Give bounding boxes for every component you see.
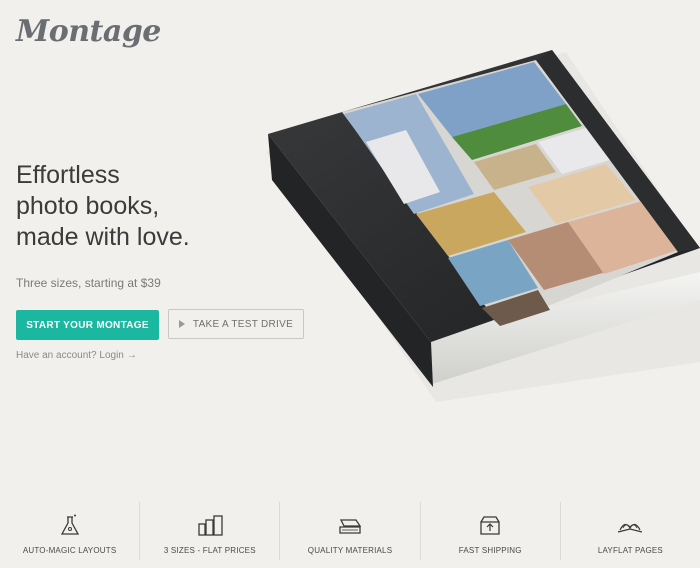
feature-3-sizes[interactable]: 3 SIZES - FLAT PRICES [140, 502, 281, 560]
open-book-icon [618, 523, 643, 533]
feature-label: AUTO-MAGIC LAYOUTS [22, 546, 117, 555]
montage-logo[interactable]: Montage [16, 14, 161, 49]
photo-book-image [226, 42, 700, 402]
books-icon [198, 515, 223, 536]
feature-layflat-pages[interactable]: LAYFLAT PAGES [561, 502, 700, 560]
feature-label: LAYFLAT PAGES [597, 546, 663, 555]
flask-icon [60, 514, 79, 535]
book-stack-icon [339, 519, 362, 534]
shipping-box-icon [480, 516, 500, 535]
feature-fast-shipping[interactable]: FAST SHIPPING [421, 502, 561, 560]
pricing-subtitle: Three sizes, starting at $39 [16, 276, 161, 290]
login-text: Have an account? Login [16, 350, 124, 361]
arrow-right-icon: → [126, 350, 137, 361]
login-link[interactable]: Have an account? Login → [16, 350, 137, 361]
feature-label: FAST SHIPPING [458, 546, 522, 555]
hero-headline-line-2: photo books, [16, 192, 160, 220]
start-montage-button[interactable]: START YOUR MONTAGE [16, 310, 159, 340]
feature-label: QUALITY MATERIALS [307, 546, 393, 555]
hero-headline-line-3: made with love. [16, 223, 190, 251]
hero-headline-line-1: Effortless [16, 161, 120, 189]
feature-quality-materials[interactable]: QUALITY MATERIALS [280, 502, 421, 560]
feature-auto-magic-layouts[interactable]: AUTO-MAGIC LAYOUTS [0, 502, 141, 560]
feature-label: 3 SIZES - FLAT PRICES [163, 546, 256, 555]
play-icon [178, 320, 185, 328]
features-bar: AUTO-MAGIC LAYOUTS 3 SIZES - FLAT PRICES… [0, 502, 700, 568]
hero-headline: Effortless photo books, made with love. [16, 160, 256, 253]
